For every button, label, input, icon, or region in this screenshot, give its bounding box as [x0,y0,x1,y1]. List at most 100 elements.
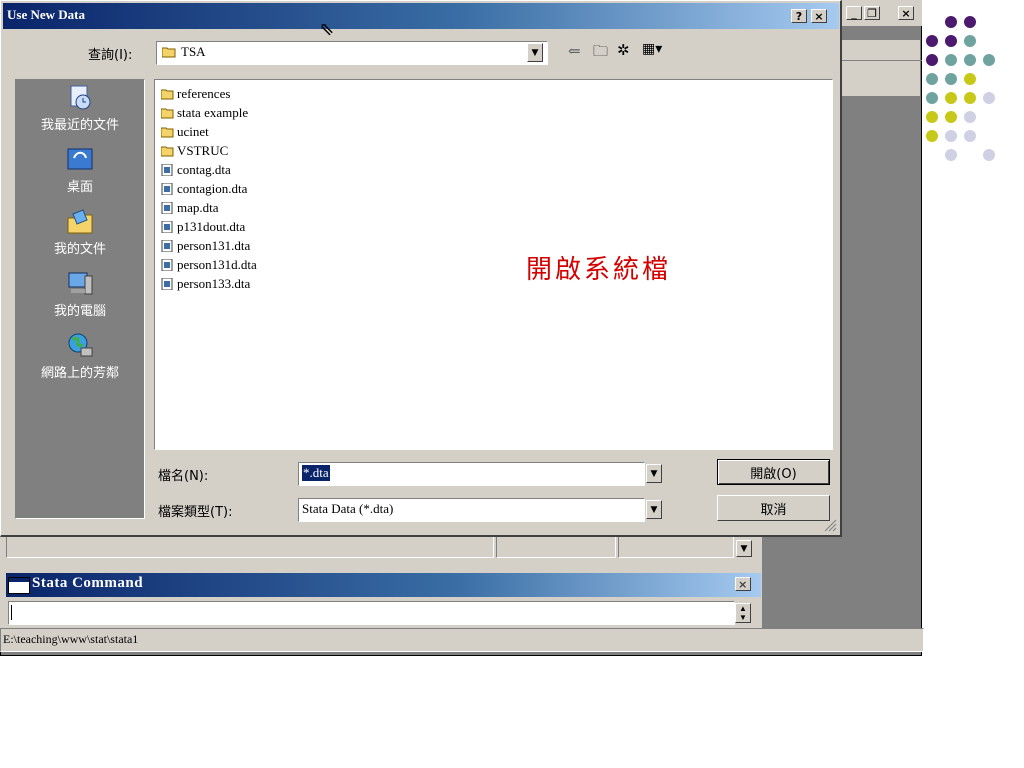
recent-documents-icon [65,84,95,112]
item-label: contag.dta [177,161,231,177]
item-label: stata example [177,104,249,120]
decorative-dot [945,92,957,104]
help-button[interactable]: ? [791,9,807,23]
decorative-dot [926,111,938,123]
folder-item[interactable]: VSTRUC [161,141,228,160]
decorative-dot [926,35,938,47]
decorative-dot [964,54,976,66]
command-input[interactable] [8,601,735,625]
decorative-dot [926,73,938,85]
decorative-dot-grid [922,0,1024,170]
place-label: 我最近的文件 [40,118,119,133]
place-label: 我的文件 [53,242,106,257]
filename-input[interactable]: *.dta [298,462,645,486]
decorative-dot [983,149,995,161]
pane-segment [496,536,616,558]
item-label: person131.dta [177,237,251,253]
open-button[interactable]: 開啟(O) [717,459,830,485]
window-icon [8,577,30,594]
filename-dropdown-button[interactable]: ▼ [646,464,662,483]
place-my-computer[interactable]: 我的電腦 [16,270,144,319]
decorative-dot [964,130,976,142]
file-item[interactable]: contagion.dta [161,179,247,198]
folder-icon [161,146,174,156]
decorative-dot [926,130,938,142]
lookin-select[interactable]: TSA [156,41,548,65]
folder-item[interactable]: stata example [161,103,248,122]
place-network[interactable]: 網路上的芳鄰 [16,332,144,381]
data-file-icon [161,163,173,176]
file-item[interactable]: person131.dta [161,236,250,255]
folder-item[interactable]: references [161,84,230,103]
data-file-icon [161,182,173,195]
decorative-dot [945,111,957,123]
decorative-dot [945,35,957,47]
decorative-dot [964,111,976,123]
command-scroll-stepper[interactable]: ▲ ▼ [735,603,751,623]
file-item[interactable]: map.dta [161,198,219,217]
new-folder-icon[interactable]: ✲ [617,41,630,60]
lookin-value: TSA [181,44,206,59]
place-recent[interactable]: 我最近的文件 [16,84,144,133]
data-file-icon [161,239,173,252]
data-file-icon [161,220,173,233]
folder-icon [161,89,174,99]
lookin-dropdown-button[interactable]: ▼ [527,43,543,62]
place-desktop[interactable]: 桌面 [16,146,144,195]
my-computer-icon [65,270,95,298]
network-places-icon [65,332,95,360]
place-label: 桌面 [66,180,93,195]
file-item[interactable]: contag.dta [161,160,231,179]
place-label: 我的電腦 [53,304,106,319]
filetype-value: Stata Data (*.dta) [302,501,394,516]
file-item[interactable]: p131dout.dta [161,217,245,236]
item-label: p131dout.dta [177,218,246,234]
decorative-dot [964,16,976,28]
pane-dropdown-button[interactable]: ▼ [736,540,752,557]
item-label: VSTRUC [177,142,229,158]
item-label: person133.dta [177,275,251,291]
item-label: person131d.dta [177,256,257,272]
view-menu-icon[interactable]: ▦▾ [642,41,662,58]
lookin-label: 查詢(I): [88,48,133,63]
cancel-button[interactable]: 取消 [717,495,830,521]
filetype-dropdown-button[interactable]: ▼ [646,500,662,519]
item-label: contagion.dta [177,180,248,196]
pane-segment [618,536,734,558]
place-my-documents[interactable]: 我的文件 [16,208,144,257]
item-label: map.dta [177,199,219,215]
dialog-titlebar: Use New Data ? × [3,3,839,29]
decorative-dot [945,73,957,85]
app-minimize-button[interactable]: _ [846,6,862,20]
desktop-icon [65,146,95,174]
resize-grip-icon[interactable] [823,518,837,532]
folder-icon [162,47,176,58]
decorative-dot [945,54,957,66]
command-close-button[interactable]: × [735,577,751,591]
folder-item[interactable]: ucinet [161,122,209,141]
places-bar: 我最近的文件 桌面 我的文件 我的電腦 網路上的芳鄰 [15,79,145,519]
file-item[interactable]: person131d.dta [161,255,257,274]
file-list[interactable]: references stata example ucinet VSTRUC conta… [154,79,833,450]
back-arrow-icon[interactable]: ⇐ [568,42,581,61]
annotation-text: 開啟系統檔 [526,255,672,285]
app-close-button[interactable]: × [898,6,914,20]
divider [840,60,922,61]
decorative-dot [926,92,938,104]
item-label: ucinet [177,123,209,139]
dialog-close-button[interactable]: × [811,9,827,23]
app-maximize-button[interactable]: ❐ [864,6,880,20]
decorative-dot [926,54,938,66]
dialog-title: Use New Data [7,7,85,22]
up-folder-icon[interactable]: 🗀 [593,41,608,66]
file-item[interactable]: person133.dta [161,274,250,293]
pane-segment [6,536,494,558]
folder-icon [161,127,174,137]
data-file-icon [161,277,173,290]
status-path: E:\teaching\www\stat\stata1 [3,632,139,646]
decorative-dot [983,54,995,66]
decorative-dot [945,149,957,161]
filetype-select[interactable]: Stata Data (*.dta) [298,498,645,522]
status-bar: E:\teaching\www\stat\stata1 [0,628,924,652]
decorative-dot [945,130,957,142]
